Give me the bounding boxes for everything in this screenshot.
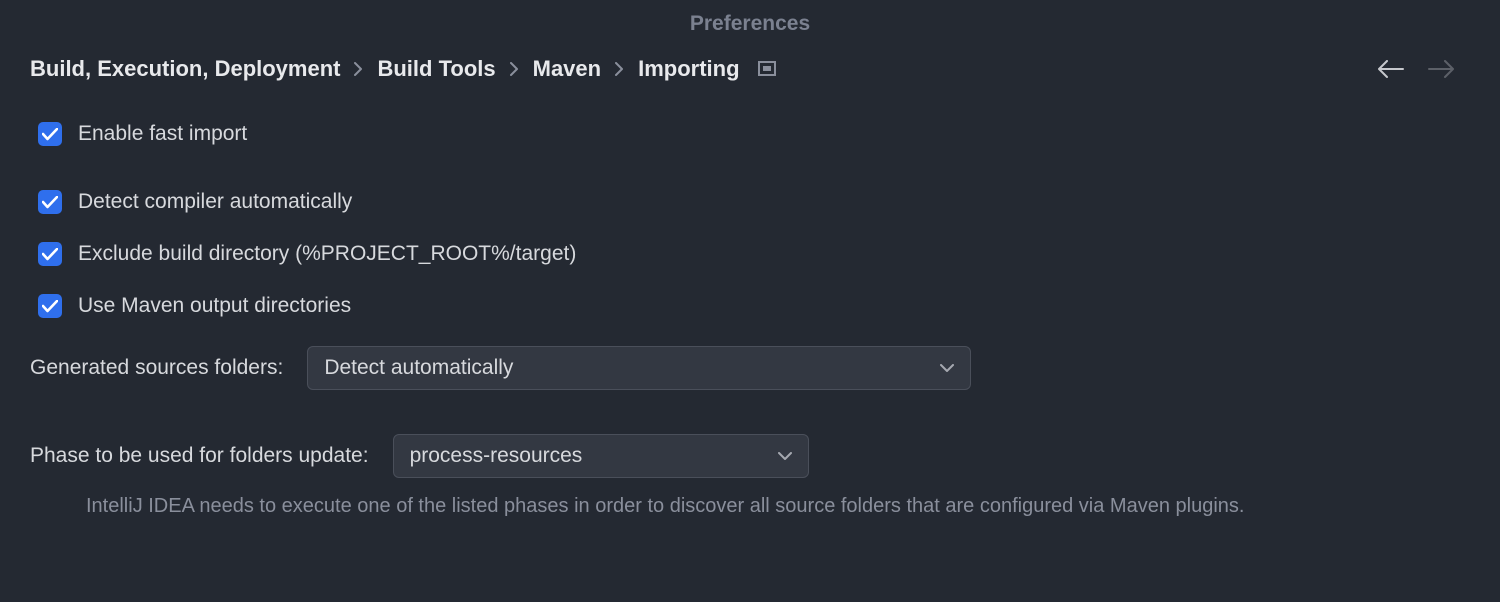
- enable-fast-import-label[interactable]: Enable fast import: [78, 122, 247, 146]
- check-icon: [42, 128, 58, 141]
- phase-value: process-resources: [410, 444, 583, 468]
- preferences-content: Enable fast import Detect compiler autom…: [0, 122, 1500, 520]
- exclude-build-dir-row: Exclude build directory (%PROJECT_ROOT%/…: [30, 242, 1470, 266]
- chevron-right-icon: [354, 62, 363, 76]
- breadcrumb-item-maven[interactable]: Maven: [533, 56, 601, 82]
- generated-sources-label: Generated sources folders:: [30, 356, 283, 380]
- check-icon: [42, 300, 58, 313]
- use-maven-output-checkbox[interactable]: [38, 294, 62, 318]
- phase-label: Phase to be used for folders update:: [30, 444, 369, 468]
- check-icon: [42, 248, 58, 261]
- phase-help-text: IntelliJ IDEA needs to execute one of th…: [30, 492, 1470, 520]
- back-arrow-icon[interactable]: [1378, 60, 1404, 78]
- chevron-down-icon: [940, 364, 954, 373]
- forward-arrow-icon: [1428, 60, 1454, 78]
- detect-compiler-label[interactable]: Detect compiler automatically: [78, 190, 352, 214]
- generated-sources-row: Generated sources folders: Detect automa…: [30, 346, 1470, 390]
- use-maven-output-label[interactable]: Use Maven output directories: [78, 294, 351, 318]
- breadcrumb-row: Build, Execution, Deployment Build Tools…: [0, 56, 1500, 122]
- chevron-right-icon: [615, 62, 624, 76]
- generated-sources-select[interactable]: Detect automatically: [307, 346, 971, 390]
- phase-row: Phase to be used for folders update: pro…: [30, 434, 1470, 478]
- nav-arrows: [1378, 60, 1470, 78]
- chevron-right-icon: [510, 62, 519, 76]
- breadcrumb-item-build[interactable]: Build, Execution, Deployment: [30, 56, 340, 82]
- generated-sources-value: Detect automatically: [324, 356, 513, 380]
- use-maven-output-row: Use Maven output directories: [30, 294, 1470, 318]
- detect-compiler-checkbox[interactable]: [38, 190, 62, 214]
- breadcrumb: Build, Execution, Deployment Build Tools…: [30, 56, 1364, 82]
- chevron-down-icon: [778, 452, 792, 461]
- exclude-build-dir-label[interactable]: Exclude build directory (%PROJECT_ROOT%/…: [78, 242, 576, 266]
- phase-select[interactable]: process-resources: [393, 434, 809, 478]
- check-icon: [42, 196, 58, 209]
- reset-icon[interactable]: [758, 60, 776, 78]
- detect-compiler-row: Detect compiler automatically: [30, 190, 1470, 214]
- enable-fast-import-checkbox[interactable]: [38, 122, 62, 146]
- exclude-build-dir-checkbox[interactable]: [38, 242, 62, 266]
- enable-fast-import-row: Enable fast import: [30, 122, 1470, 146]
- window-title: Preferences: [0, 0, 1500, 56]
- breadcrumb-item-build-tools[interactable]: Build Tools: [377, 56, 495, 82]
- breadcrumb-item-importing[interactable]: Importing: [638, 56, 739, 82]
